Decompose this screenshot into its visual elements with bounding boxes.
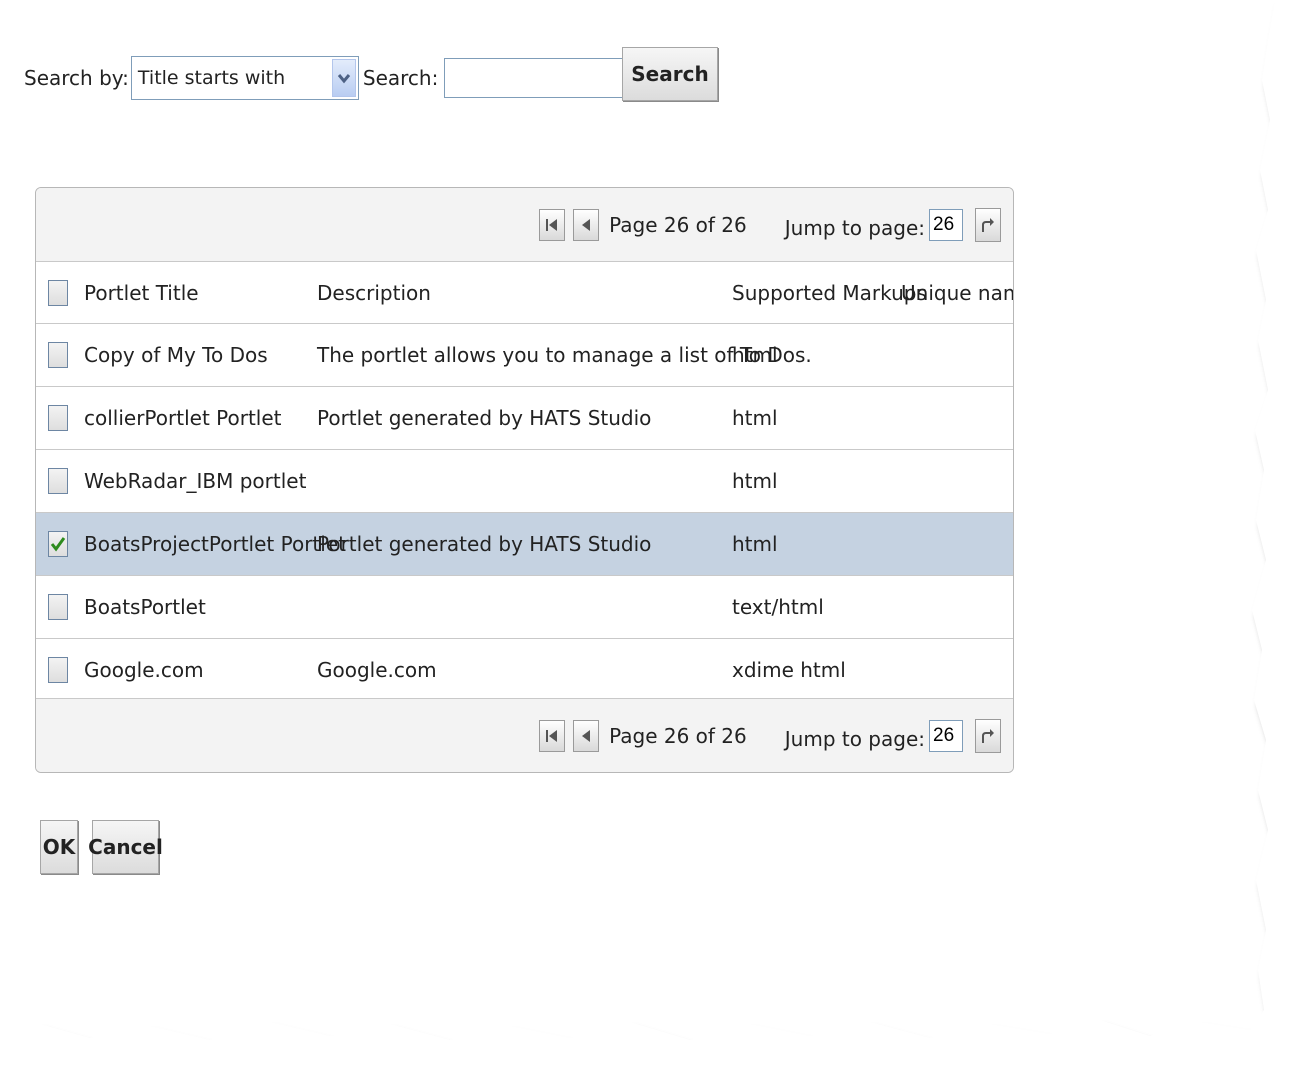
portlet-markups: xdime html	[732, 658, 846, 682]
go-arrow-icon[interactable]	[975, 718, 1001, 753]
column-header-markups[interactable]: Supported Markups	[732, 281, 927, 305]
portlet-markups: html	[732, 469, 778, 493]
checkmark-icon	[50, 537, 66, 552]
row-checkbox[interactable]	[48, 531, 68, 557]
jump-to-page-input[interactable]	[929, 208, 963, 241]
table-row[interactable]: WebRadar_IBM portlet html	[36, 450, 1013, 513]
page-info: Page 26 of 26	[609, 723, 747, 748]
cancel-button[interactable]: Cancel	[88, 820, 163, 874]
row-checkbox[interactable]	[48, 468, 68, 494]
chevron-down-icon[interactable]	[331, 59, 356, 97]
column-header-title[interactable]: Portlet Title	[84, 281, 199, 305]
first-page-icon[interactable]	[539, 719, 566, 752]
search-by-value: Title starts with	[137, 67, 286, 89]
portlet-title: BoatsPortlet	[84, 595, 206, 619]
search-label: Search:	[362, 66, 439, 90]
portlet-title: BoatsProjectPortlet Portlet	[84, 532, 346, 556]
portlet-description: Portlet generated by HATS Studio	[317, 406, 652, 430]
first-page-icon[interactable]	[539, 208, 566, 241]
portlet-markups: html	[732, 406, 778, 430]
portlet-markups: text/html	[732, 595, 824, 619]
previous-page-icon[interactable]	[573, 719, 600, 752]
table-row[interactable]: BoatsPortlet text/html	[36, 576, 1013, 639]
portlet-title: Google.com	[84, 658, 204, 682]
previous-page-icon[interactable]	[573, 208, 600, 241]
search-by-select[interactable]: Title starts with	[130, 56, 359, 100]
pager-top: Page 26 of 26 Jump to page:	[36, 188, 1013, 262]
pager-bottom: Page 26 of 26 Jump to page:	[36, 698, 1013, 772]
go-arrow-icon[interactable]	[975, 207, 1001, 242]
portlet-title: Copy of My To Dos	[84, 343, 268, 367]
ok-button[interactable]: OK	[40, 820, 78, 874]
column-header-unique-name[interactable]: Unique name	[901, 281, 1013, 305]
table-row[interactable]: collierPortlet Portlet Portlet generated…	[36, 387, 1013, 450]
portlet-description: Google.com	[317, 658, 437, 682]
search-button[interactable]: Search	[622, 47, 718, 101]
search-by-label: Search by:	[24, 66, 129, 90]
table-row[interactable]: Google.com Google.com xdime html	[36, 639, 1013, 702]
portlet-description: Portlet generated by HATS Studio	[317, 532, 652, 556]
portlet-markups: html	[732, 343, 778, 367]
jump-to-page-label: Jump to page:	[784, 726, 925, 751]
jump-to-page-input[interactable]	[929, 719, 963, 752]
select-all-checkbox[interactable]	[48, 279, 68, 306]
row-checkbox[interactable]	[48, 657, 68, 683]
table-header-row: Portlet Title Description Supported Mark…	[36, 262, 1013, 324]
table-row[interactable]: Copy of My To Dos The portlet allows you…	[36, 324, 1013, 387]
portlet-title: collierPortlet Portlet	[84, 406, 282, 430]
row-checkbox[interactable]	[48, 405, 68, 431]
portlet-title: WebRadar_IBM portlet	[84, 469, 307, 493]
portlet-markups: html	[732, 532, 778, 556]
jump-to-page-label: Jump to page:	[784, 215, 925, 240]
row-checkbox[interactable]	[48, 594, 68, 620]
search-input[interactable]	[444, 58, 629, 98]
search-bar: Search by: Title starts with Search:	[24, 54, 629, 102]
table-row[interactable]: BoatsProjectPortlet Portlet Portlet gene…	[36, 513, 1013, 576]
column-header-description[interactable]: Description	[317, 281, 431, 305]
row-checkbox[interactable]	[48, 342, 68, 368]
page-info: Page 26 of 26	[609, 212, 747, 237]
portlet-table-panel: Page 26 of 26 Jump to page: Portlet Titl…	[35, 187, 1014, 773]
